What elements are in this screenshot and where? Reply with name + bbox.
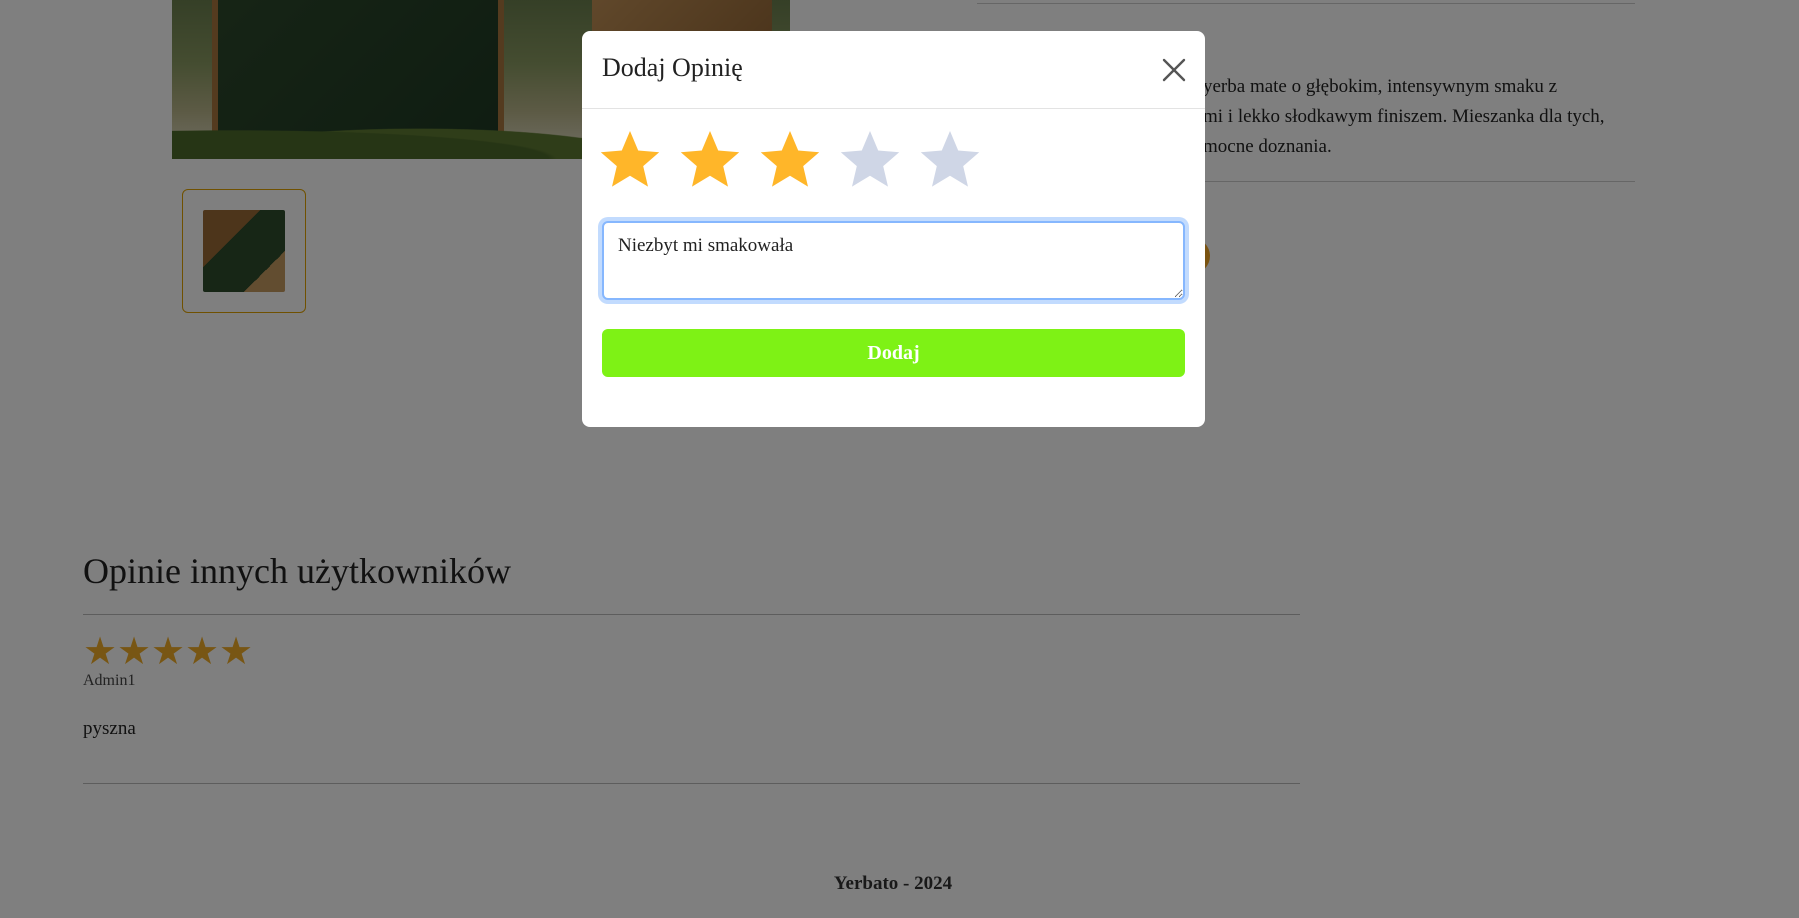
close-icon — [1162, 58, 1186, 82]
close-button[interactable] — [1157, 53, 1191, 87]
modal-title: Dodaj Opinię — [602, 53, 743, 82]
submit-review-button[interactable]: Dodaj — [602, 329, 1185, 377]
star-rating-input — [598, 127, 982, 191]
star-icon — [680, 131, 740, 187]
star-rating-4-button[interactable] — [838, 127, 902, 191]
star-icon — [840, 131, 900, 187]
star-icon — [920, 131, 980, 187]
review-textarea[interactable] — [602, 221, 1185, 300]
star-icon — [760, 131, 820, 187]
modal-header: Dodaj Opinię — [582, 31, 1205, 109]
star-rating-1-button[interactable] — [598, 127, 662, 191]
star-rating-5-button[interactable] — [918, 127, 982, 191]
star-rating-3-button[interactable] — [758, 127, 822, 191]
add-review-modal: Dodaj Opinię Dodaj — [582, 31, 1205, 427]
star-icon — [600, 131, 660, 187]
star-rating-2-button[interactable] — [678, 127, 742, 191]
